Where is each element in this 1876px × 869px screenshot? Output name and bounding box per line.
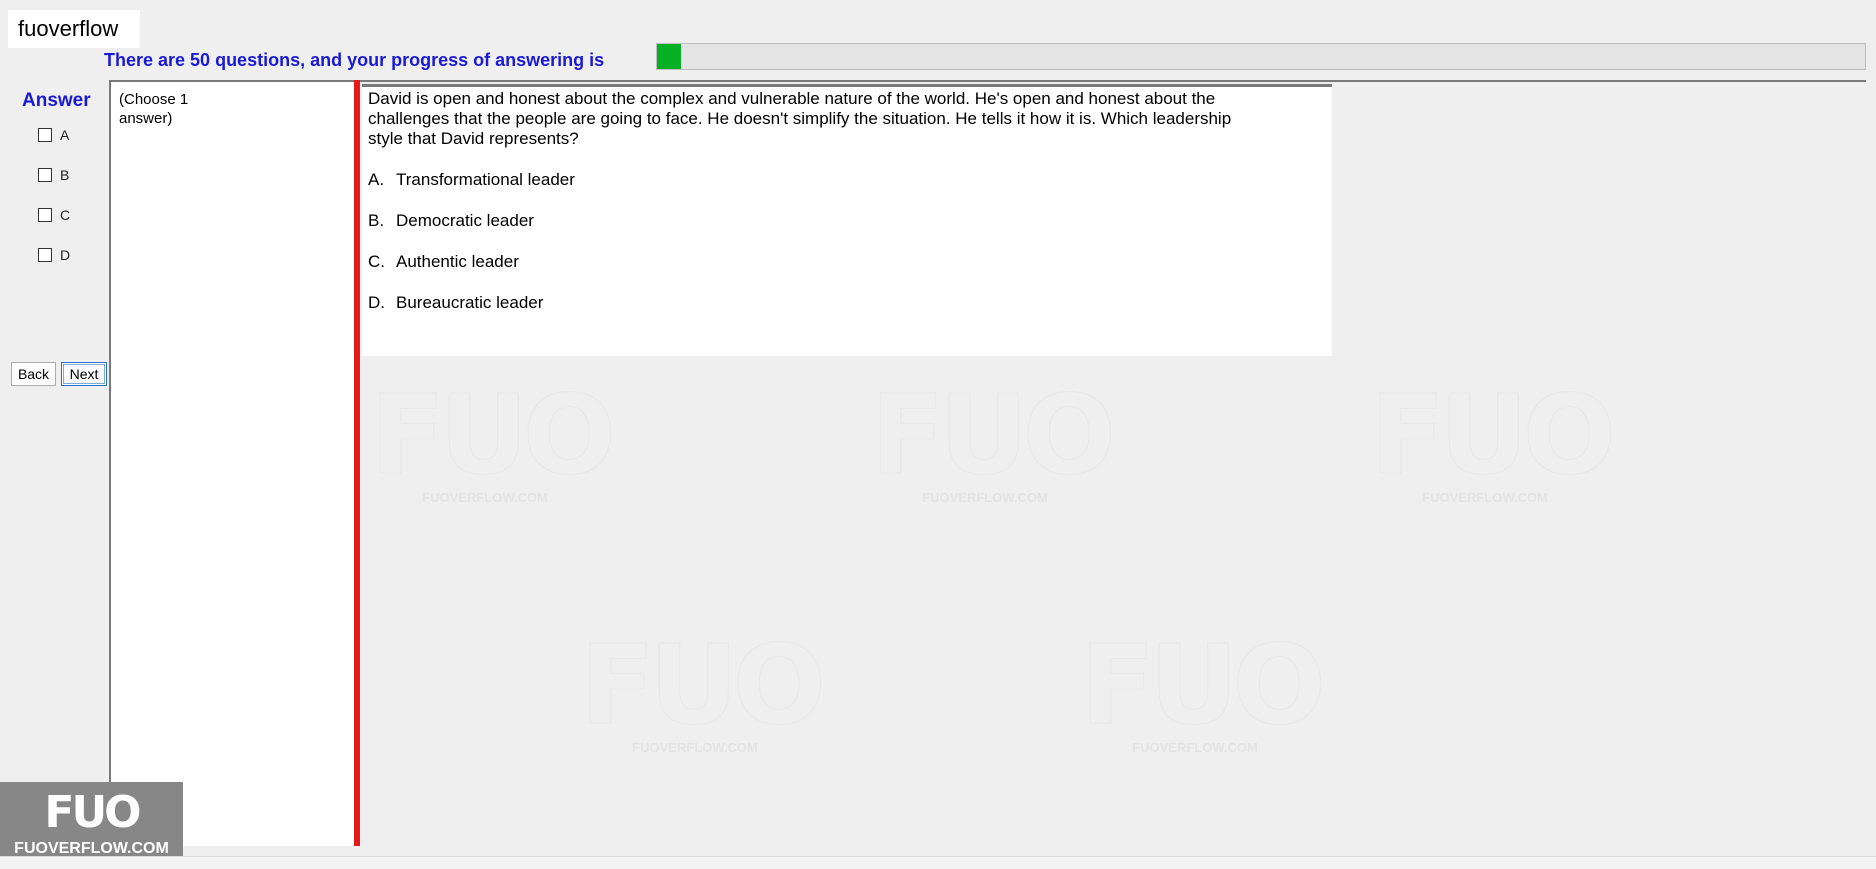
watermark-logo: FUO [370, 371, 617, 499]
watermark: FUO FUOVERFLOW.COM [1370, 371, 1617, 506]
answer-option-label: A [60, 127, 70, 143]
status-bar [0, 856, 1876, 869]
checkbox-a[interactable] [38, 128, 52, 142]
choice-text: Authentic leader [396, 252, 519, 271]
question-area: FUO FUOVERFLOW.COM FUO FUOVERFLOW.COM FU… [360, 80, 1866, 846]
watermark-site: FUOVERFLOW.COM [1132, 740, 1258, 755]
choice-d: D. Bureaucratic leader [368, 293, 1326, 313]
checkbox-d[interactable] [38, 248, 52, 262]
watermark-logo: FUO [1370, 371, 1617, 499]
choice-text: Democratic leader [396, 211, 534, 230]
checkbox-b[interactable] [38, 168, 52, 182]
progress-bar [656, 43, 1866, 70]
answer-option-d[interactable]: D [38, 247, 70, 263]
watermark: FUO FUOVERFLOW.COM [870, 371, 1117, 506]
instruction-text: (Choose 1 answer) [119, 91, 189, 127]
corner-logo-mark: FUO [44, 787, 141, 838]
answer-title: Answer [22, 90, 91, 111]
instruction-panel: (Choose 1 answer) [109, 80, 354, 846]
app-label: fuoverflow [8, 10, 140, 48]
next-button[interactable]: Next [61, 362, 107, 386]
choice-c: C. Authentic leader [368, 252, 1326, 272]
watermark: FUO FUOVERFLOW.COM [1080, 621, 1327, 756]
watermark-site: FUOVERFLOW.COM [632, 740, 758, 755]
choice-b: B. Democratic leader [368, 211, 1326, 231]
watermark-site: FUOVERFLOW.COM [422, 490, 548, 505]
choice-text: Bureaucratic leader [396, 293, 544, 312]
choice-text: Transformational leader [396, 170, 575, 189]
choice-letter: D. [368, 293, 385, 312]
choice-letter: B. [368, 211, 385, 230]
watermark-logo: FUO [1080, 621, 1327, 749]
answer-option-b[interactable]: B [38, 167, 69, 183]
question-box: David is open and honest about the compl… [362, 84, 1332, 356]
answer-option-a[interactable]: A [38, 127, 69, 143]
answer-option-label: D [60, 247, 71, 263]
answer-option-label: C [60, 207, 71, 223]
progress-bar-fill [657, 44, 682, 69]
watermark-site: FUOVERFLOW.COM [922, 490, 1048, 505]
back-button[interactable]: Back [11, 362, 56, 386]
choice-letter: A. [368, 170, 385, 189]
watermark-logo: FUO [580, 621, 827, 749]
question-text: David is open and honest about the compl… [368, 89, 1232, 148]
progress-label: There are 50 questions, and your progres… [104, 50, 605, 70]
choice-letter: C. [368, 252, 385, 271]
watermark-site: FUOVERFLOW.COM [1422, 490, 1548, 505]
watermark: FUO FUOVERFLOW.COM [370, 371, 617, 506]
answer-option-label: B [60, 167, 70, 183]
watermark-logo: FUO [870, 371, 1117, 499]
checkbox-c[interactable] [38, 208, 52, 222]
choice-a: A. Transformational leader [368, 170, 1326, 190]
watermark: FUO FUOVERFLOW.COM [580, 621, 827, 756]
exam-window: fuoverflow There are 50 questions, and y… [0, 0, 1876, 869]
answer-option-c[interactable]: C [38, 207, 70, 223]
